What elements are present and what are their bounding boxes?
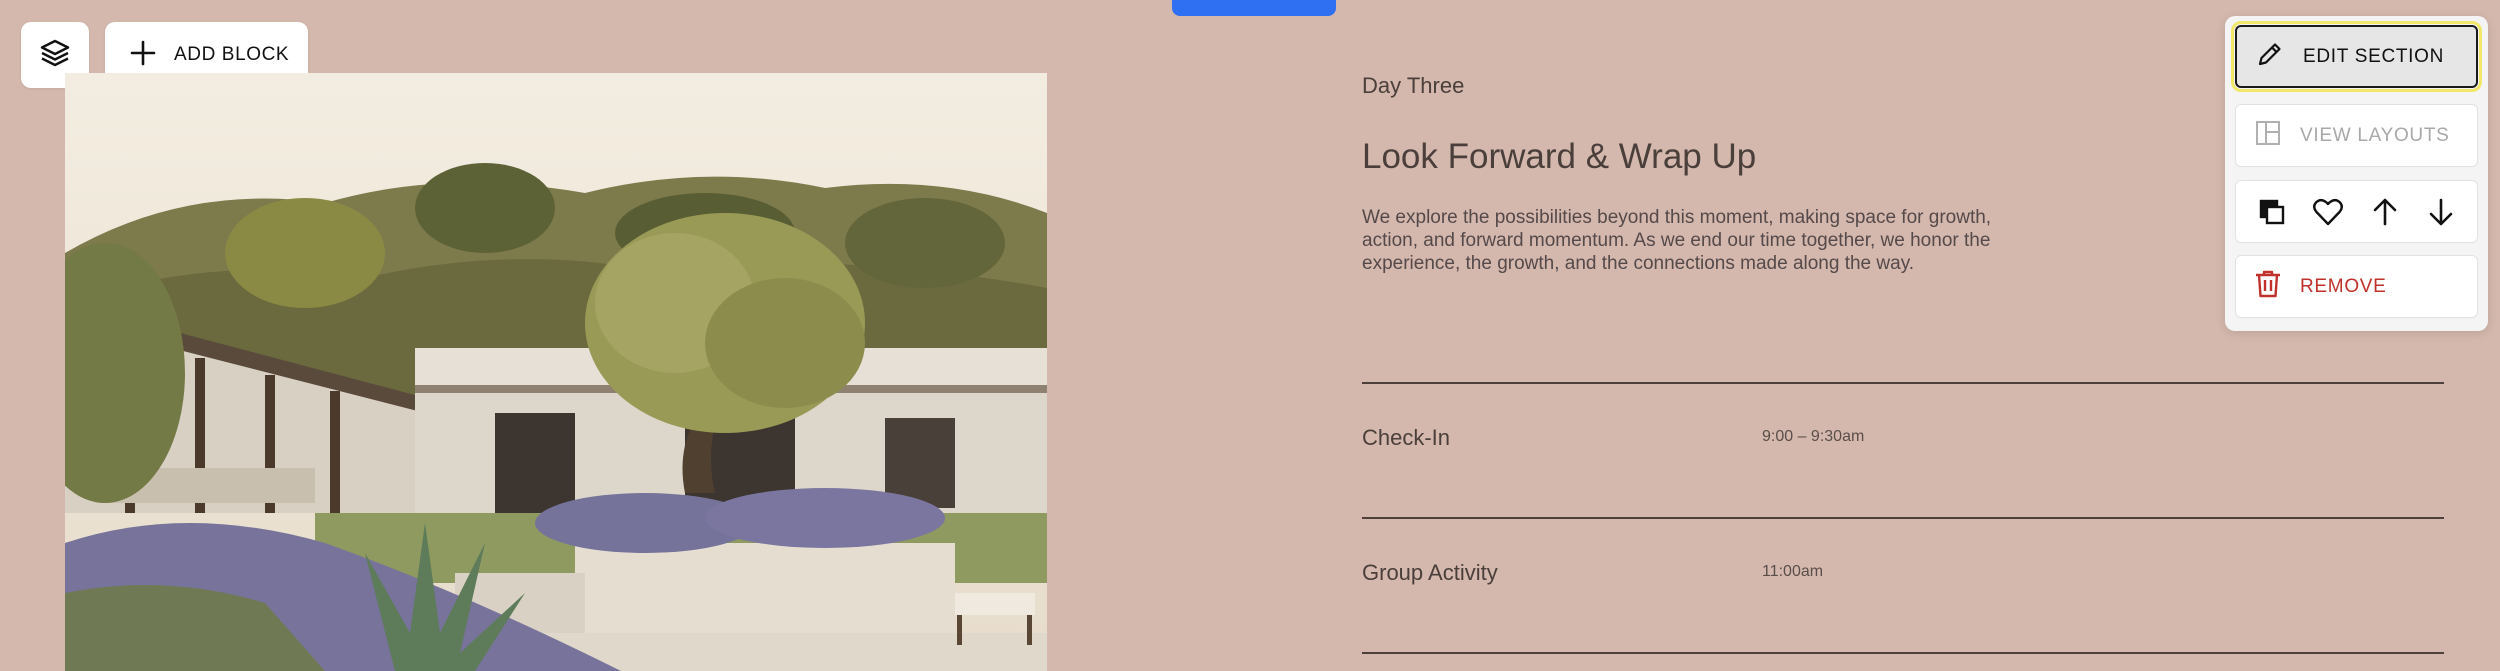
section-actions-panel: EDIT SECTION VIEW LAYOUTS REMOVE	[2225, 16, 2488, 331]
section-tools-row	[2235, 180, 2478, 243]
schedule-divider	[1362, 652, 2444, 654]
view-layouts-label: VIEW LAYOUTS	[2300, 124, 2450, 146]
day-eyebrow: Day Three	[1362, 73, 1465, 98]
schedule-item-title: Group Activity	[1362, 560, 1498, 585]
duplicate-icon[interactable]	[2252, 192, 2292, 232]
schedule-item-time: 11:00am	[1762, 563, 1824, 580]
section-top-tab[interactable]	[1172, 0, 1336, 16]
arrow-up-icon[interactable]	[2365, 192, 2405, 232]
layout-icon	[2254, 119, 2282, 152]
section-heading: Look Forward & Wrap Up	[1362, 137, 1757, 176]
view-layouts-button[interactable]: VIEW LAYOUTS	[2235, 104, 2478, 167]
schedule-item-time: 9:00 – 9:30am	[1762, 428, 1865, 445]
arrow-down-icon[interactable]	[2421, 192, 2461, 232]
section-description: We explore the possibilities beyond this…	[1362, 207, 1992, 274]
plus-icon	[130, 40, 156, 71]
hero-image	[65, 73, 1047, 671]
schedule-divider	[1362, 517, 2444, 519]
layers-icon	[39, 37, 71, 74]
add-block-label: ADD BLOCK	[174, 44, 290, 65]
heart-icon[interactable]	[2308, 192, 2348, 232]
schedule-item-title: Check-In	[1362, 425, 1451, 450]
edit-section-button[interactable]: EDIT SECTION	[2231, 21, 2482, 92]
schedule-divider	[1362, 382, 2444, 384]
remove-section-button[interactable]: REMOVE	[2235, 255, 2478, 318]
edit-section-label: EDIT SECTION	[2303, 45, 2445, 67]
trash-icon	[2254, 269, 2282, 304]
pencil-icon	[2255, 39, 2285, 74]
remove-label: REMOVE	[2300, 275, 2387, 297]
